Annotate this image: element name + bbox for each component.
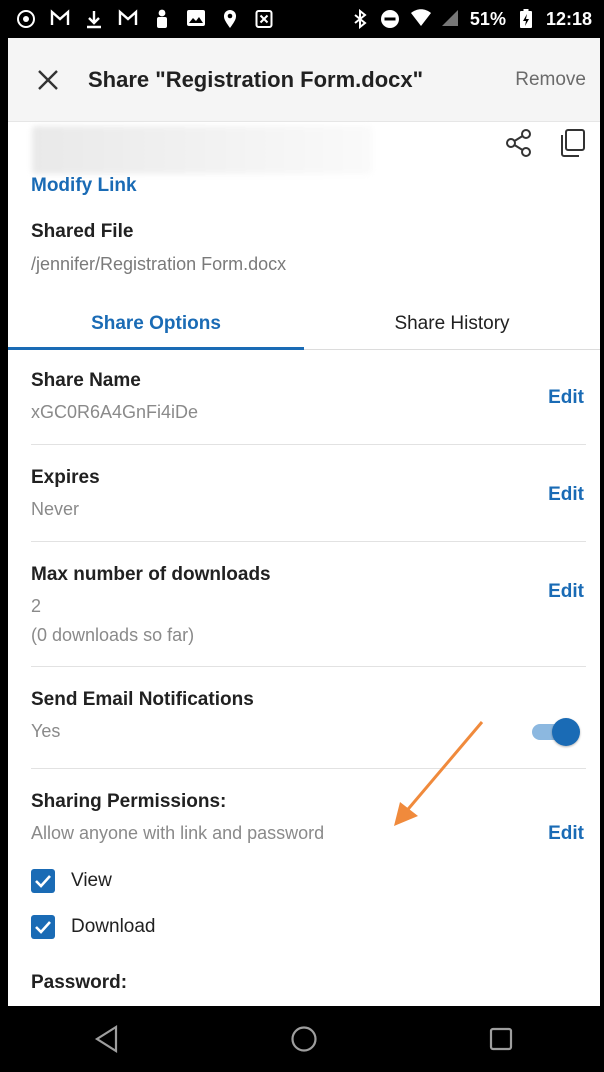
system-nav-bar <box>8 1006 600 1072</box>
shared-file-label: Shared File <box>31 221 134 242</box>
back-triangle-icon <box>94 1025 117 1053</box>
recents-square-icon <box>490 1027 513 1051</box>
max-downloads-label: Max number of downloads <box>31 564 271 585</box>
password-row: Password: <box>31 972 586 994</box>
max-downloads-value: 2 <box>31 596 42 616</box>
password-label: Password: <box>31 972 128 993</box>
battery-icon <box>516 9 536 29</box>
share-name-row: Share Name xGC0R6A4GnFi4iDe Edit <box>31 370 586 423</box>
image-icon <box>186 9 206 29</box>
tab-bar: Share Options Share History <box>8 298 600 350</box>
edit-max-downloads-button[interactable]: Edit <box>548 581 584 603</box>
redacted-link <box>32 126 372 174</box>
edit-permissions-button[interactable]: Edit <box>548 823 584 845</box>
checkmark-icon <box>35 921 51 934</box>
divider <box>31 541 586 542</box>
divider <box>31 768 586 769</box>
divider <box>31 444 586 445</box>
whatsapp-icon <box>16 9 36 29</box>
gmail-icon <box>118 9 138 29</box>
battery-percent: 51% <box>469 8 506 29</box>
share-link-button[interactable] <box>504 128 534 158</box>
home-circle-icon <box>291 1026 317 1052</box>
back-button[interactable] <box>77 1009 137 1069</box>
close-button[interactable] <box>24 56 72 104</box>
gmail-icon <box>50 9 70 29</box>
copy-icon <box>561 129 585 157</box>
view-label: View <box>71 870 112 891</box>
location-icon <box>220 9 240 29</box>
home-button[interactable] <box>274 1009 334 1069</box>
app-header: Share "Registration Form.docx" Remove <box>8 38 600 122</box>
edit-share-name-button[interactable]: Edit <box>548 387 584 409</box>
toggle-knob <box>552 718 580 746</box>
close-box-icon <box>254 9 274 29</box>
divider <box>31 666 586 667</box>
expires-value: Never <box>31 499 80 519</box>
clock: 12:18 <box>545 8 592 29</box>
checkmark-icon <box>35 875 51 888</box>
expires-row: Expires Never Edit <box>31 467 586 520</box>
remove-button[interactable]: Remove <box>515 69 586 91</box>
close-icon <box>38 69 58 90</box>
copy-link-button[interactable] <box>558 128 586 158</box>
shared-file-path: /jennifer/Registration Form.docx <box>31 254 287 274</box>
modify-link-button[interactable]: Modify Link <box>31 175 137 197</box>
notification-icons <box>16 9 274 29</box>
share-name-label: Share Name <box>31 370 141 391</box>
status-bar: 51% 12:18 <box>8 0 600 38</box>
tab-share-options[interactable]: Share Options <box>8 298 304 350</box>
screen-frame-left <box>0 0 8 1072</box>
email-notifications-label: Send Email Notifications <box>31 689 254 710</box>
email-notifications-value: Yes <box>31 721 61 741</box>
download-checkbox-row[interactable]: Download <box>31 915 156 939</box>
expires-label: Expires <box>31 467 100 488</box>
signal-icon <box>440 9 460 29</box>
download-checkbox[interactable] <box>31 915 55 939</box>
email-notifications-toggle[interactable] <box>532 717 580 747</box>
sharing-permissions-value: Allow anyone with link and password <box>31 823 325 843</box>
sharing-permissions-label: Sharing Permissions: <box>31 791 227 812</box>
share-name-value: xGC0R6A4GnFi4iDe <box>31 402 199 422</box>
download-icon <box>84 9 104 29</box>
view-checkbox[interactable] <box>31 869 55 893</box>
view-checkbox-row[interactable]: View <box>31 869 112 893</box>
downloads-so-far: (0 downloads so far) <box>31 625 195 645</box>
max-downloads-row: Max number of downloads 2 (0 downloads s… <box>31 564 586 646</box>
page-title: Share "Registration Form.docx" <box>88 66 424 92</box>
do-not-disturb-icon <box>380 9 400 29</box>
wifi-icon <box>410 9 431 29</box>
bluetooth-icon <box>350 8 370 30</box>
tab-share-history[interactable]: Share History <box>304 298 600 349</box>
system-status: 51% 12:18 <box>350 9 592 30</box>
screen-frame-right <box>600 0 604 1072</box>
share-link-area <box>8 122 600 176</box>
share-icon <box>506 129 531 157</box>
recents-button[interactable] <box>471 1009 531 1069</box>
person-icon <box>152 9 172 29</box>
sharing-permissions-row: Sharing Permissions: Allow anyone with l… <box>31 791 586 844</box>
download-label: Download <box>71 916 156 937</box>
edit-expires-button[interactable]: Edit <box>548 484 584 506</box>
email-notifications-row: Send Email Notifications Yes <box>31 689 586 742</box>
